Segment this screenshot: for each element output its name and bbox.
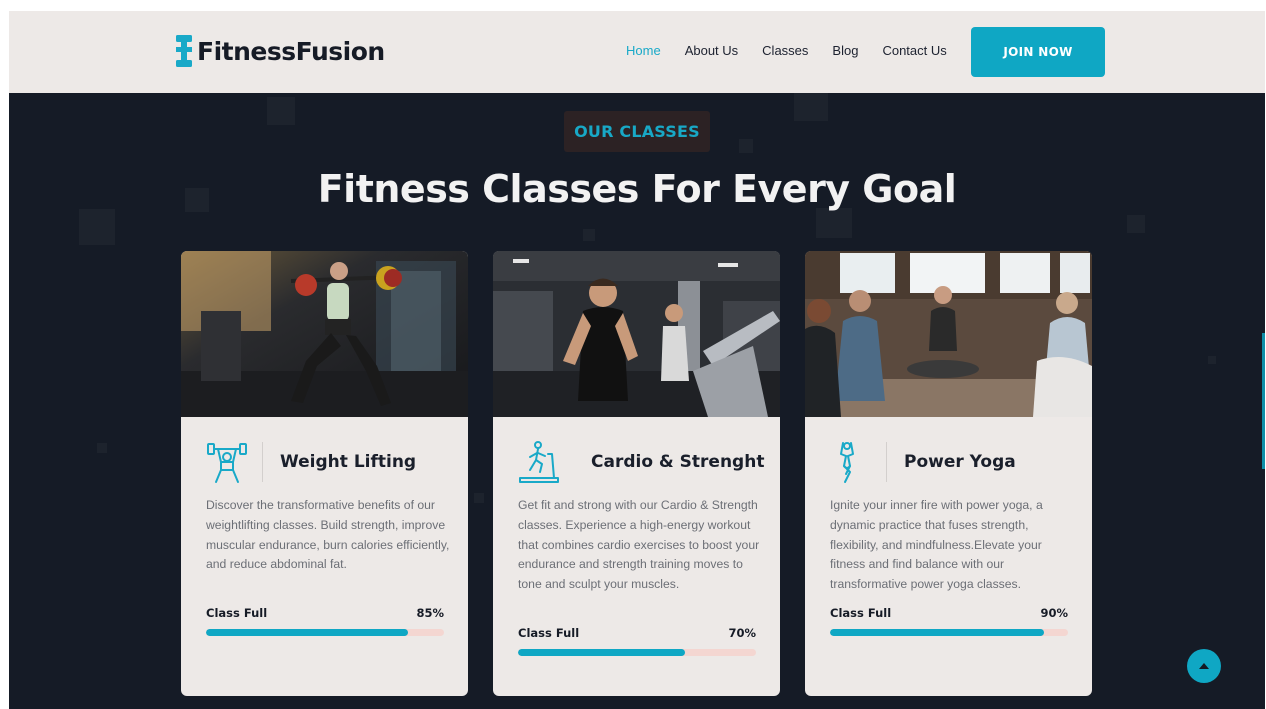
page-frame: FitnessFusion Home About Us Classes Blog… [9,11,1265,709]
section-badge: OUR CLASSES [564,111,710,152]
card-divider [262,442,263,482]
site-header: FitnessFusion Home About Us Classes Blog… [9,11,1265,93]
arrow-up-icon [1199,663,1209,669]
scroll-indicator [1262,333,1265,469]
card-title: Cardio & Strenght [591,452,765,472]
progress-fill [206,629,409,636]
decor-square [474,493,484,503]
decor-square [79,209,115,245]
yoga-pose-icon [840,442,854,483]
decor-square [794,93,828,121]
card-header: Power Yoga [830,440,1070,484]
class-card-weight-lifting[interactable]: Weight Lifting Discover the transformati… [181,251,468,696]
progress-fill [830,629,1045,636]
progress-track [518,649,756,656]
nav-about-us[interactable]: About Us [685,43,738,58]
nav-contact-us[interactable]: Contact Us [882,43,946,58]
progress-fill [518,649,685,656]
treadmill-icon [519,441,559,483]
nav-home[interactable]: Home [626,43,661,58]
progress-percent: 85% [416,606,444,620]
decor-square [816,208,852,238]
card-header: Cardio & Strenght [518,440,764,484]
card-title: Power Yoga [904,452,1016,472]
class-progress: Class Full 90% [830,606,1068,636]
progress-label: Class Full [518,626,580,640]
decor-square [267,97,295,125]
main-nav: Home About Us Classes Blog Contact Us [626,43,971,58]
cardio-photo [493,251,780,417]
progress-track [830,629,1068,636]
card-title: Weight Lifting [280,452,417,472]
decor-square [1127,215,1145,233]
yoga-photo [805,251,1092,417]
card-header: Weight Lifting [206,440,446,484]
progress-label: Class Full [830,606,892,620]
class-progress: Class Full 85% [206,606,444,636]
card-divider [886,442,887,482]
decor-square [97,443,107,453]
class-card-cardio-strength[interactable]: Cardio & Strenght Get fit and strong wit… [493,251,780,696]
nav-blog[interactable]: Blog [832,43,858,58]
nav-classes[interactable]: Classes [762,43,808,58]
weight-lifting-photo [181,251,468,417]
card-description: Get fit and strong with our Cardio & Str… [518,498,760,592]
progress-percent: 70% [728,626,756,640]
decor-square [739,139,753,153]
section-title: Fitness Classes For Every Goal [317,167,957,211]
card-description: Ignite your inner fire with power yoga, … [830,498,1043,592]
dumbbell-icon [176,35,192,67]
weightlifter-icon [207,443,247,483]
class-card-power-yoga[interactable]: Power Yoga Ignite your inner fire with p… [805,251,1092,696]
decor-square [1208,356,1216,364]
class-progress: Class Full 70% [518,626,756,656]
brand-name: FitnessFusion [197,36,385,66]
decor-square [583,229,595,241]
progress-label: Class Full [206,606,268,620]
logo[interactable]: FitnessFusion [173,33,385,69]
progress-percent: 90% [1040,606,1068,620]
progress-track [206,629,444,636]
card-description: Discover the transformative benefits of … [206,498,450,572]
scroll-to-top-button[interactable] [1187,649,1221,683]
join-now-button[interactable]: JOIN NOW [971,27,1105,77]
